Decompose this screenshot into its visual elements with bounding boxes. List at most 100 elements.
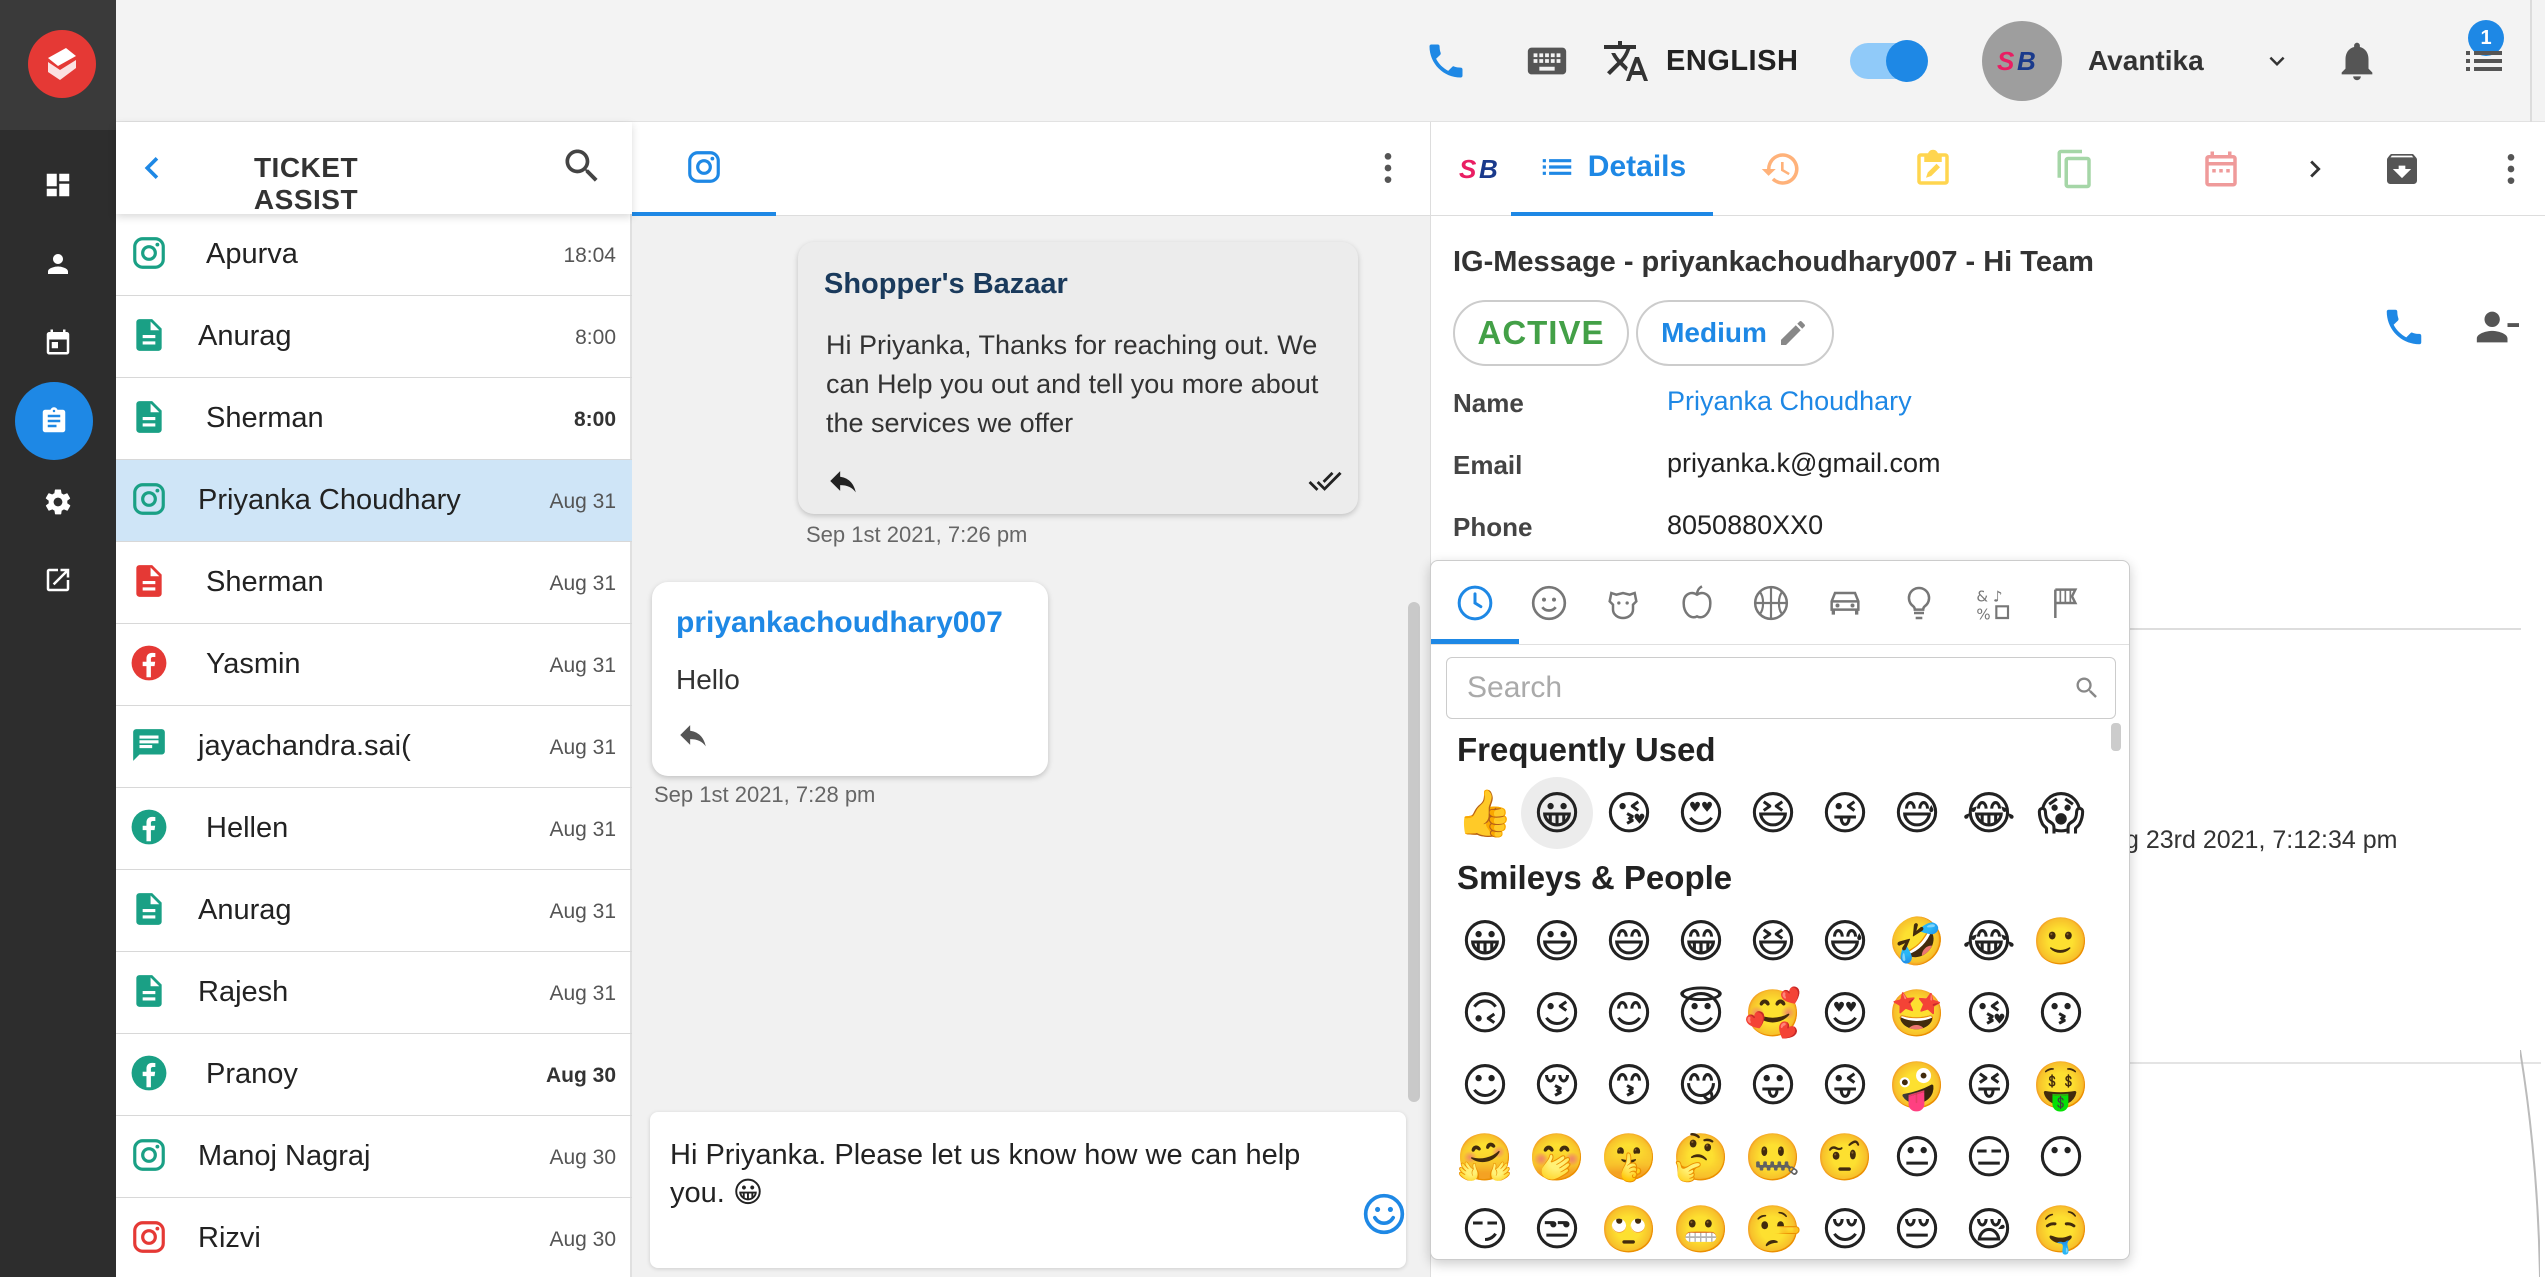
tab-notes[interactable] [1905, 122, 1961, 216]
emoji-button[interactable]: 🤑 [2025, 1049, 2097, 1121]
ticket-row[interactable]: Pranoy Aug 30 [116, 1034, 632, 1116]
tab-copy[interactable] [2047, 122, 2103, 216]
avatar[interactable]: SB [1982, 21, 2062, 101]
chevron-right-icon[interactable] [2295, 122, 2335, 216]
ticket-row[interactable]: Rajesh Aug 31 [116, 952, 632, 1034]
emoji-button[interactable]: 😱 [2025, 777, 2097, 849]
emoji-button[interactable]: 😪 [1953, 1193, 2025, 1259]
emoji-button[interactable]: 😝 [1953, 1049, 2025, 1121]
tab-calendar[interactable] [2193, 122, 2249, 216]
priority-chip[interactable]: Medium [1636, 300, 1834, 366]
calendar-icon[interactable] [28, 312, 88, 372]
emoji-button[interactable]: 😙 [1593, 1049, 1665, 1121]
ticket-icon[interactable] [15, 382, 93, 460]
ticket-row[interactable]: Apurva 18:04 [116, 214, 632, 296]
dashboard-icon[interactable] [28, 155, 88, 215]
ticket-row[interactable]: Manoj Nagraj Aug 30 [116, 1116, 632, 1198]
emoji-button[interactable]: 😄 [1593, 905, 1665, 977]
reply-icon[interactable] [676, 718, 710, 752]
emoji-button[interactable]: 😏 [1449, 1193, 1521, 1259]
emoji-button[interactable]: 😑 [1953, 1121, 2025, 1193]
emoji-button[interactable]: 😉 [1521, 977, 1593, 1049]
bell-icon[interactable] [2334, 0, 2380, 122]
animal-icon[interactable] [1601, 581, 1645, 625]
emoji-button[interactable]: 😀 [1521, 777, 1593, 849]
emoji-button[interactable]: 😍 [1809, 977, 1881, 1049]
emoji-button[interactable]: 😶 [2025, 1121, 2097, 1193]
emoji-button[interactable]: 🤩 [1881, 977, 1953, 1049]
tab-history[interactable] [1753, 122, 1809, 216]
search-icon[interactable] [560, 144, 604, 193]
emoji-button[interactable]: 🤗 [1449, 1121, 1521, 1193]
message-composer[interactable]: Hi Priyanka. Please let us know how we c… [650, 1112, 1406, 1268]
more-vert-icon[interactable] [1368, 146, 1408, 195]
emoji-button[interactable]: 😗 [2025, 977, 2097, 1049]
emoji-button[interactable]: 🤭 [1521, 1121, 1593, 1193]
call-icon[interactable] [2381, 304, 2427, 355]
phone-icon[interactable] [1424, 0, 1468, 122]
toggle-track[interactable] [1850, 40, 1928, 82]
back-arrow-icon[interactable] [130, 146, 174, 195]
reply-icon[interactable] [826, 464, 860, 498]
emoji-button[interactable]: 🤫 [1593, 1121, 1665, 1193]
car-icon[interactable] [1823, 581, 1867, 625]
ticket-row[interactable]: Sherman 8:00 [116, 378, 632, 460]
emoji-button[interactable]: 😜 [1809, 1049, 1881, 1121]
user-name[interactable]: Avantika [2088, 0, 2204, 122]
chevron-down-icon[interactable] [2262, 0, 2292, 122]
external-link-icon[interactable] [28, 550, 88, 610]
person-icon[interactable] [28, 234, 88, 294]
translate-icon[interactable] [1602, 0, 1650, 122]
sports-icon[interactable] [1749, 581, 1793, 625]
food-icon[interactable] [1675, 581, 1719, 625]
ticket-row[interactable]: jayachandra.sai(Aug 31 [116, 706, 632, 788]
emoji-button[interactable]: 😅 [1881, 777, 1953, 849]
emoji-button[interactable]: 🙃 [1449, 977, 1521, 1049]
emoji-button[interactable]: 😋 [1665, 1049, 1737, 1121]
emoji-button[interactable]: 😐 [1881, 1121, 1953, 1193]
gear-icon[interactable] [28, 472, 88, 532]
emoji-button[interactable]: 😚 [1521, 1049, 1593, 1121]
emoji-button[interactable]: 😅 [1809, 905, 1881, 977]
emoji-button[interactable]: 😆 [1737, 905, 1809, 977]
emoji-button[interactable]: 🙄 [1593, 1193, 1665, 1259]
chat-scrollbar[interactable] [1408, 602, 1420, 1102]
emoji-button[interactable]: 🤨 [1809, 1121, 1881, 1193]
emoji-button[interactable]: 😂 [1953, 905, 2025, 977]
more-vert-icon[interactable] [2491, 122, 2531, 216]
emoji-button[interactable]: 😆 [1737, 777, 1809, 849]
language-label[interactable]: ENGLISH [1666, 0, 1798, 122]
ticket-row[interactable]: Priyanka Choudhary Aug 31 [116, 460, 632, 542]
clock-icon[interactable] [1453, 581, 1497, 625]
emoji-button[interactable]: 😌 [1809, 1193, 1881, 1259]
emoji-button[interactable]: 😒 [1521, 1193, 1593, 1259]
ticket-row[interactable]: Hellen Aug 31 [116, 788, 632, 870]
smiley-icon[interactable] [1527, 581, 1571, 625]
ticket-row[interactable]: Sherman Aug 31 [116, 542, 632, 624]
ticket-row[interactable]: Anurag Aug 31 [116, 870, 632, 952]
flag-icon[interactable] [2045, 581, 2089, 625]
emoji-button[interactable]: 😘 [1953, 977, 2025, 1049]
emoji-search-box[interactable] [1446, 657, 2116, 719]
emoji-button[interactable]: 😊 [1593, 977, 1665, 1049]
composer-text[interactable]: Hi Priyanka. Please let us know how we c… [670, 1136, 1330, 1212]
emoji-button[interactable]: 🥰 [1737, 977, 1809, 1049]
symbols-icon[interactable]: & ♪% [1971, 581, 2015, 625]
keyboard-icon[interactable] [1524, 0, 1570, 122]
theme-toggle[interactable] [1850, 0, 1928, 122]
emoji-button[interactable]: 😁 [1665, 905, 1737, 977]
emoji-button[interactable]: 👍 [1449, 777, 1521, 849]
emoji-button[interactable]: 🤥 [1737, 1193, 1809, 1259]
status-badge[interactable]: ACTIVE [1453, 300, 1629, 366]
emoji-button[interactable]: 😛 [1737, 1049, 1809, 1121]
emoji-button[interactable]: 😀 [1449, 905, 1521, 977]
emoji-button[interactable]: 🤣 [1881, 905, 1953, 977]
remove-user-icon[interactable] [2471, 304, 2521, 355]
app-logo[interactable] [28, 30, 96, 98]
emoji-button[interactable]: 🙂 [2025, 905, 2097, 977]
menu-list-icon[interactable] [2460, 0, 2508, 122]
emoji-button[interactable]: 😇 [1665, 977, 1737, 1049]
emoji-button[interactable]: 🤐 [1737, 1121, 1809, 1193]
emoji-button[interactable]: 😜 [1809, 777, 1881, 849]
pencil-icon[interactable] [1777, 317, 1809, 349]
